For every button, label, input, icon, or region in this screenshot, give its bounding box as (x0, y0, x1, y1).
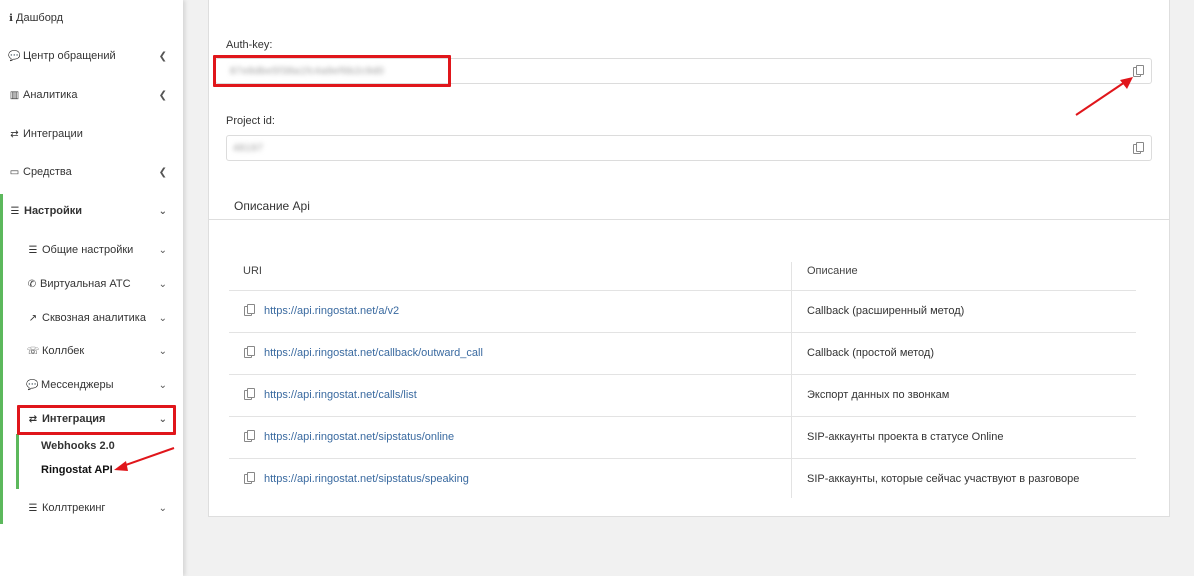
uri-link[interactable]: https://api.ringostat.net/sipstatus/onli… (264, 431, 454, 443)
chevron-down-icon: ⌄ (158, 345, 167, 357)
uri-link[interactable]: https://api.ringostat.net/sipstatus/spea… (264, 473, 469, 485)
column-header-uri: URI (243, 265, 262, 277)
row-divider (229, 458, 1136, 459)
copy-icon[interactable] (244, 346, 256, 359)
row-description: Callback (расширенный метод) (807, 305, 965, 317)
auth-key-highlight-box (213, 55, 451, 87)
copy-icon[interactable] (244, 388, 256, 401)
copy-icon[interactable] (1133, 142, 1145, 155)
sidebar-item-dashboard[interactable]: ℹ Дашборд (8, 10, 191, 26)
settings-active-bar (0, 194, 3, 524)
sidebar-item-callback[interactable]: ☏ Коллбек ⌄ (26, 343, 209, 359)
sidebar-item-integrations[interactable]: ⇄ Интеграции (8, 126, 191, 142)
uri-link[interactable]: https://api.ringostat.net/calls/list (264, 389, 417, 401)
chat-icon: 💬 (8, 50, 21, 62)
sidebar-item-general-settings[interactable]: ☰ Общие настройки ⌄ (26, 242, 209, 258)
bar-chart-icon: ▥ (9, 89, 20, 101)
row-description: SIP-аккаунты, которые сейчас участвуют в… (807, 473, 1080, 485)
uri-link[interactable]: https://api.ringostat.net/a/v2 (264, 305, 399, 317)
uri-link[interactable]: https://api.ringostat.net/callback/outwa… (264, 347, 483, 359)
column-header-description: Описание (807, 265, 858, 277)
chevron-left-icon: ❮ (158, 89, 167, 101)
sliders-icon: ☰ (28, 244, 38, 256)
chevron-down-icon: ⌄ (158, 379, 167, 391)
chevron-down-icon: ⌄ (158, 502, 167, 514)
arrow-to-ringostat-api (114, 447, 175, 471)
integration-highlight-box (17, 405, 176, 435)
sidebar-item-messengers[interactable]: 💬 Мессенджеры ⌄ (26, 377, 209, 393)
row-description: Callback (простой метод) (807, 347, 935, 359)
header-divider (229, 290, 1136, 291)
project-id-field[interactable]: 48197 (226, 135, 1152, 161)
sidebar-item-analytics[interactable]: ▥ Аналитика ❮ (8, 87, 191, 103)
sidebar-item-settings[interactable]: ☰ Настройки ⌄ (8, 203, 191, 219)
project-id-value: 48197 (233, 143, 264, 154)
arrow-to-copy-icon (1075, 77, 1133, 116)
copy-icon[interactable] (244, 472, 256, 485)
integration-active-bar (16, 434, 19, 489)
line-chart-icon: ↗ (28, 312, 38, 324)
sidebar-item-virtual-pbx[interactable]: ✆ Виртуальная АТС ⌄ (26, 276, 209, 292)
tab-api-description[interactable]: Описание Api (234, 199, 310, 213)
row-divider (229, 374, 1136, 375)
info-icon: ℹ (9, 12, 13, 24)
phone-icon: ✆ (27, 278, 37, 290)
credit-card-icon: ▭ (9, 166, 20, 178)
chevron-down-icon: ⌄ (158, 278, 167, 290)
sidebar-item-funds[interactable]: ▭ Средства ❮ (8, 164, 191, 180)
copy-icon[interactable] (244, 304, 256, 317)
column-divider (791, 262, 792, 498)
sliders-icon: ☰ (10, 205, 20, 217)
copy-icon[interactable] (244, 430, 256, 443)
sidebar: ℹ Дашборд 💬 Центр обращений ❮ ▥ Аналитик… (0, 0, 183, 576)
row-description: Экспорт данных по звонкам (807, 389, 950, 401)
row-description: SIP-аккаунты проекта в статусе Online (807, 431, 1004, 443)
sidebar-item-calltracking[interactable]: ☰ Коллтрекинг ⌄ (26, 500, 209, 516)
chevron-left-icon: ❮ (158, 166, 167, 178)
chevron-down-icon: ⌄ (158, 205, 167, 217)
sidebar-item-contact-center[interactable]: 💬 Центр обращений ❮ (8, 48, 191, 64)
auth-key-label: Auth-key: (226, 39, 273, 51)
row-divider (229, 416, 1136, 417)
project-id-label: Project id: (226, 115, 275, 127)
chevron-down-icon: ⌄ (158, 312, 167, 324)
sidebar-item-end-to-end-analytics[interactable]: ↗ Сквозная аналитика ⌄ (26, 310, 209, 326)
callback-icon: ☏ (26, 345, 40, 357)
sliders-icon: ☰ (28, 502, 38, 514)
tab-divider (208, 219, 1170, 220)
exchange-icon: ⇄ (10, 128, 19, 140)
chevron-down-icon: ⌄ (158, 244, 167, 256)
chevron-left-icon: ❮ (158, 50, 167, 62)
chat-icon: 💬 (26, 379, 39, 391)
row-divider (229, 332, 1136, 333)
